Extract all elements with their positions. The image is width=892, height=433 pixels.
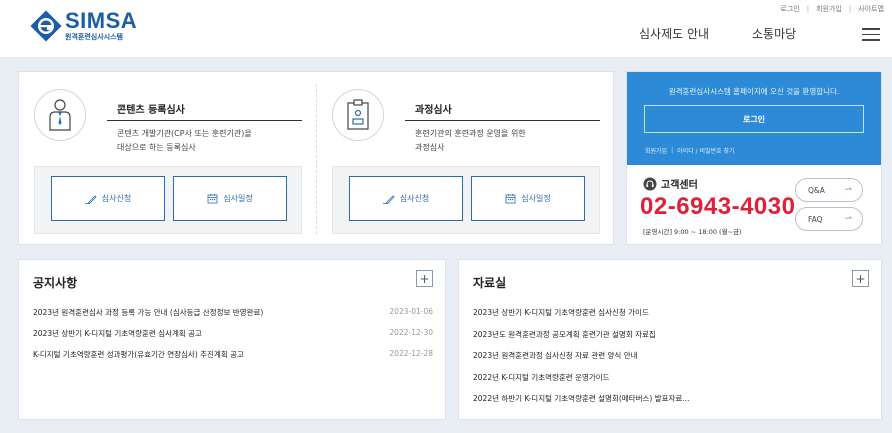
apply-review-button[interactable]: 심사신청 (349, 176, 463, 221)
pencil-icon (382, 194, 395, 204)
utility-links: 로그인 | 회원가입 | 사이트맵 (780, 4, 884, 14)
notice-item-title[interactable]: K-디지털 기초역량훈련 성과평가(유효기간 연장심사) 추진계획 공고 (33, 349, 244, 360)
separator: | (848, 5, 852, 13)
logo-title: SIMSA (65, 7, 138, 33)
signup-link[interactable]: 회원가입 (645, 146, 667, 155)
service-button-group: 심사신청 심사일정 (34, 166, 302, 234)
title-underline (405, 120, 600, 121)
arrow-right-icon: ⇀ (844, 185, 852, 195)
person-tie-icon (34, 89, 86, 141)
archive-board: 자료실 + 2023년 상반기 K-디지털 기초역량훈련 심사신청 가이드 20… (458, 259, 882, 420)
notice-board: 공지사항 + 2023년 원격훈련심사 과정 등록 가능 안내 (심사등급 산정… (18, 259, 446, 420)
calendar-icon (505, 194, 516, 204)
phone-number: 02-6943-4030 (640, 193, 796, 220)
notice-item-date: 2022-12-28 (389, 349, 433, 358)
archive-item-title[interactable]: 2022년 하반기 K-디지털 기초역량훈련 설명회(메타버스) 발표자료... (473, 393, 689, 404)
course-review: 과정심사 훈련기관의 훈련과정 운영을 위한 과정심사 심사신청 심사일정 (317, 72, 614, 246)
archive-more-button[interactable]: + (852, 270, 869, 287)
logo-subtitle: 원격훈련심사시스템 (65, 32, 123, 41)
service-title: 과정심사 (415, 105, 452, 116)
main-band: 콘텐츠 등록심사 콘텐츠 개발기관(CP사 또는 훈련기관)을 대상으로 하는 … (0, 58, 892, 433)
archive-item-title[interactable]: 2023년 상반기 K-디지털 기초역량훈련 심사신청 가이드 (473, 307, 649, 318)
archive-item[interactable]: 2023년 원격훈련과정 심사신청 자료 관련 양식 안내 (473, 348, 833, 370)
notice-item-date: 2022-12-30 (389, 328, 433, 337)
separator: | (671, 147, 674, 154)
operating-hours: [운영시간] 9:00 ~ 18:00 (월~금) (643, 228, 742, 236)
archive-item[interactable]: 2022년 K-디지털 기초역량훈련 운영가이드 (473, 370, 833, 392)
service-description: 콘텐츠 개발기관(CP사 또는 훈련기관)을 대상으로 하는 등록심사 (117, 129, 252, 152)
logo-e-icon (30, 10, 62, 42)
archive-list: 2023년 상반기 K-디지털 기초역량훈련 심사신청 가이드 2023년도 원… (473, 305, 833, 413)
arrow-right-icon: ⇀ (844, 214, 852, 224)
notice-item[interactable]: K-디지털 기초역량훈련 성과평가(유효기간 연장심사) 추진계획 공고 202… (33, 347, 433, 368)
login-link[interactable]: 로그인 (780, 4, 799, 14)
notice-title: 공지사항 (33, 276, 78, 290)
login-contact-card: 원격훈련심사시스템 홈페이지에 오신 것을 환영합니다. 로그인 회원가입 | … (626, 71, 882, 245)
find-id-password-link[interactable]: 아이디 / 비밀번호 찾기 (677, 146, 734, 155)
service-button-group: 심사신청 심사일정 (332, 166, 600, 234)
archive-item[interactable]: 2023년 상반기 K-디지털 기초역량훈련 심사신청 가이드 (473, 305, 833, 327)
welcome-message: 원격훈련심사시스템 홈페이지에 오신 것을 환영합니다. (668, 87, 840, 96)
customer-center-title: 고객센터 (643, 176, 698, 191)
service-description: 훈련기관의 훈련과정 운영을 위한 과정심사 (415, 129, 526, 152)
archive-title: 자료실 (473, 276, 507, 290)
login-button[interactable]: 로그인 (644, 105, 864, 133)
signup-link[interactable]: 회원가입 (816, 4, 842, 14)
clipboard-icon (332, 89, 384, 141)
content-registration-review: 콘텐츠 등록심사 콘텐츠 개발기관(CP사 또는 훈련기관)을 대상으로 하는 … (19, 72, 316, 246)
archive-item-title[interactable]: 2023년 원격훈련과정 심사신청 자료 관련 양식 안내 (473, 350, 638, 361)
review-schedule-button[interactable]: 심사일정 (471, 176, 585, 221)
qna-button[interactable]: Q&A ⇀ (795, 178, 863, 202)
service-title: 콘텐츠 등록심사 (117, 105, 185, 116)
pencil-icon (84, 194, 97, 204)
notice-item[interactable]: 2023년 원격훈련심사 과정 등록 가능 안내 (심사등급 산정정보 반영완료… (33, 305, 433, 326)
sitemap-link[interactable]: 사이트맵 (858, 4, 884, 14)
headset-icon (643, 177, 657, 190)
archive-item-title[interactable]: 2022년 K-디지털 기초역량훈련 운영가이드 (473, 372, 610, 383)
faq-button[interactable]: FAQ ⇀ (795, 207, 863, 231)
notice-more-button[interactable]: + (416, 270, 433, 287)
review-services-card: 콘텐츠 등록심사 콘텐츠 개발기관(CP사 또는 훈련기관)을 대상으로 하는 … (18, 71, 614, 245)
nav-community[interactable]: 소통마당 (752, 25, 796, 42)
notice-item-date: 2023-01-06 (389, 307, 433, 316)
calendar-icon (207, 194, 218, 204)
review-schedule-button[interactable]: 심사일정 (173, 176, 287, 221)
account-links: 회원가입 | 아이디 / 비밀번호 찾기 (645, 146, 735, 155)
archive-item[interactable]: 2023년도 원격훈련과정 공모계획 훈련기관 설명회 자료집 (473, 327, 833, 349)
archive-item-title[interactable]: 2023년도 원격훈련과정 공모계획 훈련기관 설명회 자료집 (473, 329, 656, 340)
apply-review-button[interactable]: 심사신청 (51, 176, 165, 221)
notice-item[interactable]: 2023년 상반기 K-디지털 기초역량훈련 심사계획 공고 2022-12-3… (33, 326, 433, 347)
site-header: SIMSA 원격훈련심사시스템 로그인 | 회원가입 | 사이트맵 심사제도 안… (0, 0, 892, 58)
login-panel: 원격훈련심사시스템 홈페이지에 오신 것을 환영합니다. 로그인 회원가입 | … (627, 72, 881, 165)
notice-list: 2023년 원격훈련심사 과정 등록 가능 안내 (심사등급 산정정보 반영완료… (33, 305, 433, 368)
notice-item-title[interactable]: 2023년 원격훈련심사 과정 등록 가능 안내 (심사등급 산정정보 반영완료… (33, 307, 263, 318)
notice-item-title[interactable]: 2023년 상반기 K-디지털 기초역량훈련 심사계획 공고 (33, 328, 202, 339)
hamburger-menu-icon[interactable] (862, 28, 880, 41)
nav-review-guide[interactable]: 심사제도 안내 (639, 25, 709, 42)
site-logo[interactable]: SIMSA 원격훈련심사시스템 (30, 7, 138, 42)
title-underline (107, 120, 302, 121)
archive-item[interactable]: 2022년 하반기 K-디지털 기초역량훈련 설명회(메타버스) 발표자료... (473, 391, 833, 413)
separator: | (806, 5, 810, 13)
